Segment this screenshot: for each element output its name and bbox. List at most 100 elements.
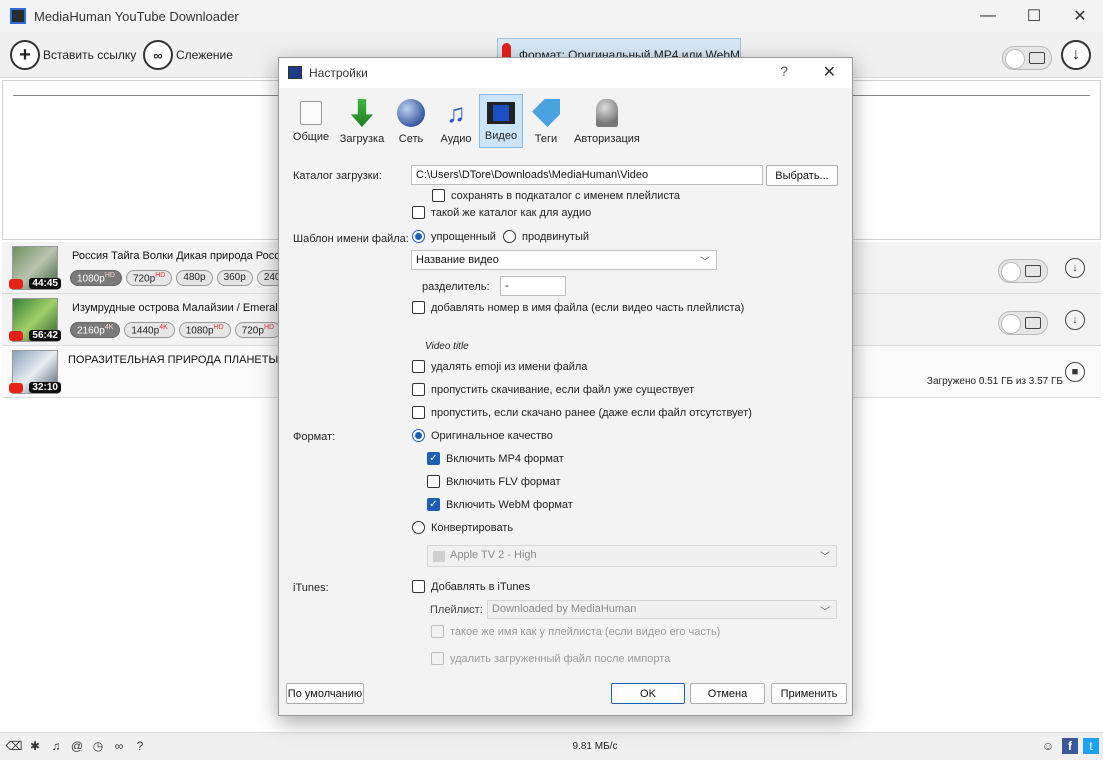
filename-preview: Video title: [425, 341, 469, 352]
youtube-icon: [9, 383, 23, 393]
delete-after-import-checkbox[interactable]: удалить загруженный файл после импорта: [431, 652, 670, 665]
download-speed: 9.81 МБ/с: [572, 741, 618, 752]
tab-general[interactable]: Общие: [287, 94, 335, 148]
gear-icon[interactable]: ✱: [27, 738, 43, 754]
browse-button[interactable]: Выбрать...: [766, 165, 838, 186]
help-button[interactable]: ?: [780, 63, 788, 79]
clock-icon[interactable]: ◷: [90, 738, 106, 754]
maximize-button[interactable]: ☐: [1011, 0, 1057, 32]
separator-label: разделитель:: [422, 281, 490, 293]
apply-button[interactable]: Применить: [771, 683, 847, 704]
remove-emoji-checkbox[interactable]: удалять emoji из имени файла: [412, 360, 587, 373]
globe-icon: [397, 99, 425, 127]
download-dir-field[interactable]: C:\Users\DTore\Downloads\MediaHuman\Vide…: [411, 165, 763, 185]
video-title: Россия Тайга Волки Дикая природа России: [72, 250, 293, 262]
video-thumbnail: 56:42: [9, 298, 61, 342]
row-download-icon[interactable]: ↓: [1065, 258, 1085, 278]
quality-chip[interactable]: 480p: [176, 270, 213, 287]
quality-chip[interactable]: 2160p4K: [70, 322, 121, 339]
row-video-toggle[interactable]: [998, 256, 1048, 286]
convert-radio[interactable]: Конвертировать: [412, 521, 513, 534]
youtube-icon: [9, 279, 23, 289]
ok-button[interactable]: OK: [611, 683, 685, 704]
tab-network[interactable]: Сеть: [389, 94, 433, 148]
minimize-button[interactable]: —: [965, 0, 1011, 32]
film-icon: [1029, 52, 1045, 64]
broom-icon[interactable]: ⌫: [6, 738, 23, 754]
support-icon[interactable]: ☺: [1040, 738, 1056, 754]
keys-icon: [596, 99, 618, 127]
default-button[interactable]: По умолчанию: [286, 683, 364, 704]
itunes-label: iTunes:: [293, 582, 329, 594]
playlist-select[interactable]: Downloaded by MediaHuman ﹀: [487, 600, 837, 619]
paste-link-label: Вставить ссылку: [43, 48, 137, 62]
quality-chip[interactable]: 1440p4K: [124, 322, 175, 339]
row-video-toggle[interactable]: [998, 308, 1048, 338]
binoculars-icon[interactable]: ∞: [111, 738, 127, 754]
flv-checkbox[interactable]: Включить FLV формат: [427, 475, 561, 488]
row-download-icon[interactable]: ↓: [1065, 310, 1085, 330]
add-itunes-checkbox[interactable]: Добавлять в iTunes: [412, 580, 530, 593]
mp4-checkbox[interactable]: ✓ Включить MP4 формат: [427, 452, 564, 465]
dialog-title-bar: Настройки ? ✕: [279, 58, 852, 88]
title-bar: MediaHuman YouTube Downloader — ☐ ✕: [0, 0, 1103, 32]
tag-icon: [532, 99, 560, 127]
facebook-icon[interactable]: f: [1062, 738, 1078, 754]
tracking-button[interactable]: ∞ Слежение: [143, 40, 233, 70]
convert-preset-select[interactable]: Apple TV 2 - High ﹀: [427, 545, 837, 567]
binoculars-icon: ∞: [143, 40, 173, 70]
tab-download[interactable]: Загрузка: [336, 94, 388, 148]
separator-field[interactable]: -: [500, 276, 566, 296]
music-icon[interactable]: ♫: [48, 738, 64, 754]
quality-chip[interactable]: 360p: [216, 270, 253, 287]
simple-template-radio[interactable]: упрощенный: [412, 230, 496, 243]
film-icon: [1025, 317, 1041, 329]
skip-existing-checkbox[interactable]: пропустить скачивание, если файл уже сущ…: [412, 383, 694, 396]
duration: 44:45: [29, 278, 61, 289]
snail-icon[interactable]: @: [69, 738, 85, 754]
chevron-down-icon: ﹀: [820, 607, 830, 618]
quality-chips: 2160p4K 1440p4K 1080pHD 720pHD: [70, 322, 282, 339]
video-mode-toggle[interactable]: [1002, 43, 1052, 73]
tab-authorization[interactable]: Авторизация: [569, 94, 645, 148]
quality-chip[interactable]: 1080pHD: [70, 270, 122, 287]
help-icon[interactable]: ?: [132, 738, 148, 754]
same-dir-checkbox[interactable]: такой же каталог как для аудио: [412, 206, 591, 219]
tab-tags[interactable]: Теги: [524, 94, 568, 148]
settings-icon: [288, 66, 302, 79]
cancel-button[interactable]: Отмена: [690, 683, 765, 704]
advanced-template-radio[interactable]: продвинутый: [503, 230, 589, 243]
video-title: Изумрудные острова Малайзии / Emerald: [72, 302, 284, 314]
paste-link-button[interactable]: + Вставить ссылку: [10, 40, 136, 70]
add-number-checkbox[interactable]: добавлять номер в имя файла (если видео …: [412, 301, 744, 314]
download-all-button[interactable]: ↓: [1061, 40, 1094, 70]
app-title: MediaHuman YouTube Downloader: [34, 8, 239, 24]
music-note-icon: ♫: [446, 97, 466, 128]
tracking-label: Слежение: [176, 48, 233, 62]
format-label: Формат:: [293, 431, 336, 443]
video-thumbnail: 32:10: [9, 350, 61, 394]
close-button[interactable]: ✕: [1057, 0, 1103, 32]
playlist-label: Плейлист:: [430, 604, 483, 616]
twitter-icon[interactable]: t: [1083, 738, 1099, 754]
dialog-title: Настройки: [309, 66, 368, 80]
tab-audio[interactable]: ♫ Аудио: [434, 94, 478, 148]
settings-dialog: Настройки ? ✕ Общие Загрузка Сеть ♫ Аудио…: [278, 57, 853, 716]
original-quality-radio[interactable]: Оригинальное качество: [412, 429, 553, 442]
chevron-down-icon: ﹀: [820, 552, 830, 563]
stop-icon[interactable]: ■: [1065, 362, 1085, 382]
save-subdir-checkbox[interactable]: сохранять в подкаталог с именем плейлист…: [432, 189, 680, 202]
dialog-close-button[interactable]: ✕: [823, 62, 836, 82]
tab-video[interactable]: Видео: [479, 94, 523, 148]
quality-chip[interactable]: 720pHD: [125, 270, 173, 287]
template-select[interactable]: Название видео ﹀: [411, 250, 717, 270]
skip-downloaded-checkbox[interactable]: пропустить, если скачано ранее (даже есл…: [412, 406, 752, 419]
quality-chip[interactable]: 720pHD: [234, 322, 282, 339]
duration: 56:42: [29, 330, 61, 341]
quality-chip[interactable]: 1080pHD: [178, 322, 231, 339]
quality-chips: 1080pHD 720pHD 480p 360p 240p: [70, 270, 294, 287]
template-label: Шаблон имени файла:: [293, 233, 409, 245]
webm-checkbox[interactable]: ✓ Включить WebM формат: [427, 498, 573, 511]
download-dir-label: Каталог загрузки:: [293, 170, 382, 182]
same-name-checkbox[interactable]: такое же имя как у плейлиста (если видео…: [431, 625, 720, 638]
